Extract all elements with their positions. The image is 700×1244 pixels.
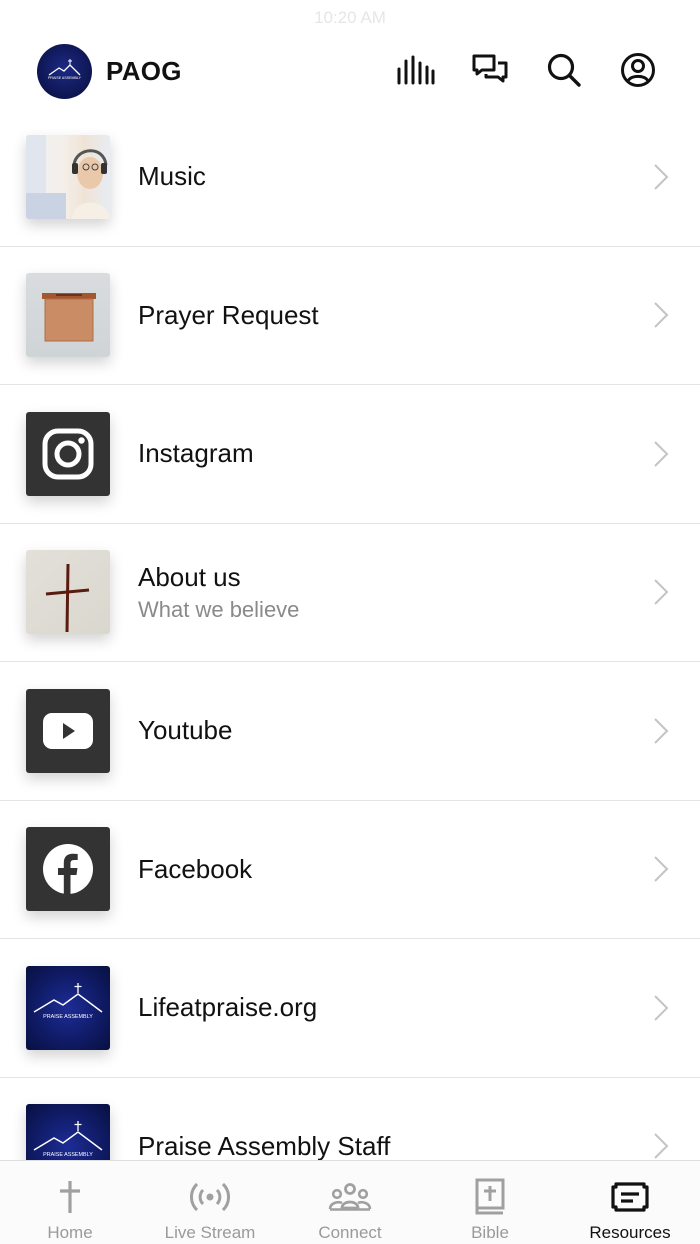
bible-icon [475,1178,505,1215]
chat-icon[interactable] [468,48,512,92]
list-item-about-us[interactable]: About us What we believe [0,524,700,662]
youtube-icon [43,712,93,749]
chevron-right-icon [654,441,669,467]
tab-home[interactable]: Home [0,1161,140,1244]
prayer-box-photo-thumbnail [26,273,110,358]
list-item-praise-assembly-staff[interactable]: PRAISE ASSEMBLY Praise Assembly Staff [0,1078,700,1160]
chevron-right-icon [654,164,669,190]
tab-label: Connect [318,1223,382,1242]
mountain-logo-icon: PRAISE ASSEMBLY [33,982,103,1020]
tab-label: Bible [471,1223,509,1242]
tab-label: Home [47,1223,93,1242]
instagram-icon [42,428,94,480]
list-item-title: Facebook [138,853,253,884]
app-logo[interactable]: PRAISE ASSEMBLY [37,44,92,99]
resource-list: Music Prayer Request Instagram About us … [0,108,700,1160]
tab-connect[interactable]: Connect [280,1161,420,1244]
chevron-right-icon [654,579,669,605]
tab-bible[interactable]: Bible [420,1161,560,1244]
cross-icon [60,1181,80,1213]
list-item-music[interactable]: Music [0,108,700,247]
chevron-right-icon [654,856,669,882]
chevron-right-icon [654,718,669,744]
list-item-prayer-request[interactable]: Prayer Request [0,247,700,385]
chevron-right-icon [654,302,669,328]
list-item-instagram[interactable]: Instagram [0,385,700,524]
youtube-thumbnail [26,688,110,773]
list-item-facebook[interactable]: Facebook [0,801,700,939]
list-item-title: Praise Assembly Staff [138,1130,391,1160]
broadcast-icon [190,1182,230,1212]
cross-photo-thumbnail [26,550,110,635]
profile-icon[interactable] [616,48,660,92]
chevron-right-icon [654,995,669,1021]
tab-resources[interactable]: Resources [560,1161,700,1244]
chevron-right-icon [654,1133,669,1159]
group-icon [328,1183,372,1211]
list-item-subtitle: What we believe [138,596,300,622]
app-header: PRAISE ASSEMBLY PAOG [0,36,700,108]
praise-assembly-logo-thumbnail: PRAISE ASSEMBLY [26,1104,110,1160]
list-item-lifeatpraise[interactable]: PRAISE ASSEMBLY Lifeatpraise.org [0,939,700,1078]
music-photo-thumbnail [26,134,110,219]
svg-text:PRAISE ASSEMBLY: PRAISE ASSEMBLY [43,1014,93,1020]
list-item-title: About us [138,561,241,592]
list-item-title: Prayer Request [138,299,319,330]
status-time: 10:20 AM [314,8,386,27]
status-bar: 10:20 AM [0,0,700,36]
list-item-title: Lifeatpraise.org [138,992,318,1023]
list-item-youtube[interactable]: Youtube [0,662,700,801]
praise-assembly-logo-thumbnail: PRAISE ASSEMBLY [26,965,110,1050]
resources-icon [611,1182,649,1212]
mountain-logo-icon: PRAISE ASSEMBLY [33,1121,103,1158]
svg-text:PRAISE ASSEMBLY: PRAISE ASSEMBLY [43,1152,93,1158]
list-item-title: Youtube [138,715,233,746]
instagram-thumbnail [26,411,110,496]
mountain-logo-icon: PRAISE ASSEMBLY [48,59,82,80]
tab-label: Live Stream [164,1223,256,1242]
app-title: PAOG [106,56,182,86]
bottom-tab-bar: Home Live Stream Connect Bible Resources [0,1160,700,1244]
facebook-icon [43,844,93,895]
tab-label: Resources [589,1223,671,1242]
facebook-thumbnail [26,827,110,912]
tab-live-stream[interactable]: Live Stream [140,1161,280,1244]
list-item-title: Music [138,161,206,192]
equalizer-icon[interactable] [394,48,438,92]
list-item-title: Instagram [138,438,254,469]
svg-text:PRAISE ASSEMBLY: PRAISE ASSEMBLY [48,76,82,80]
search-icon[interactable] [542,48,586,92]
